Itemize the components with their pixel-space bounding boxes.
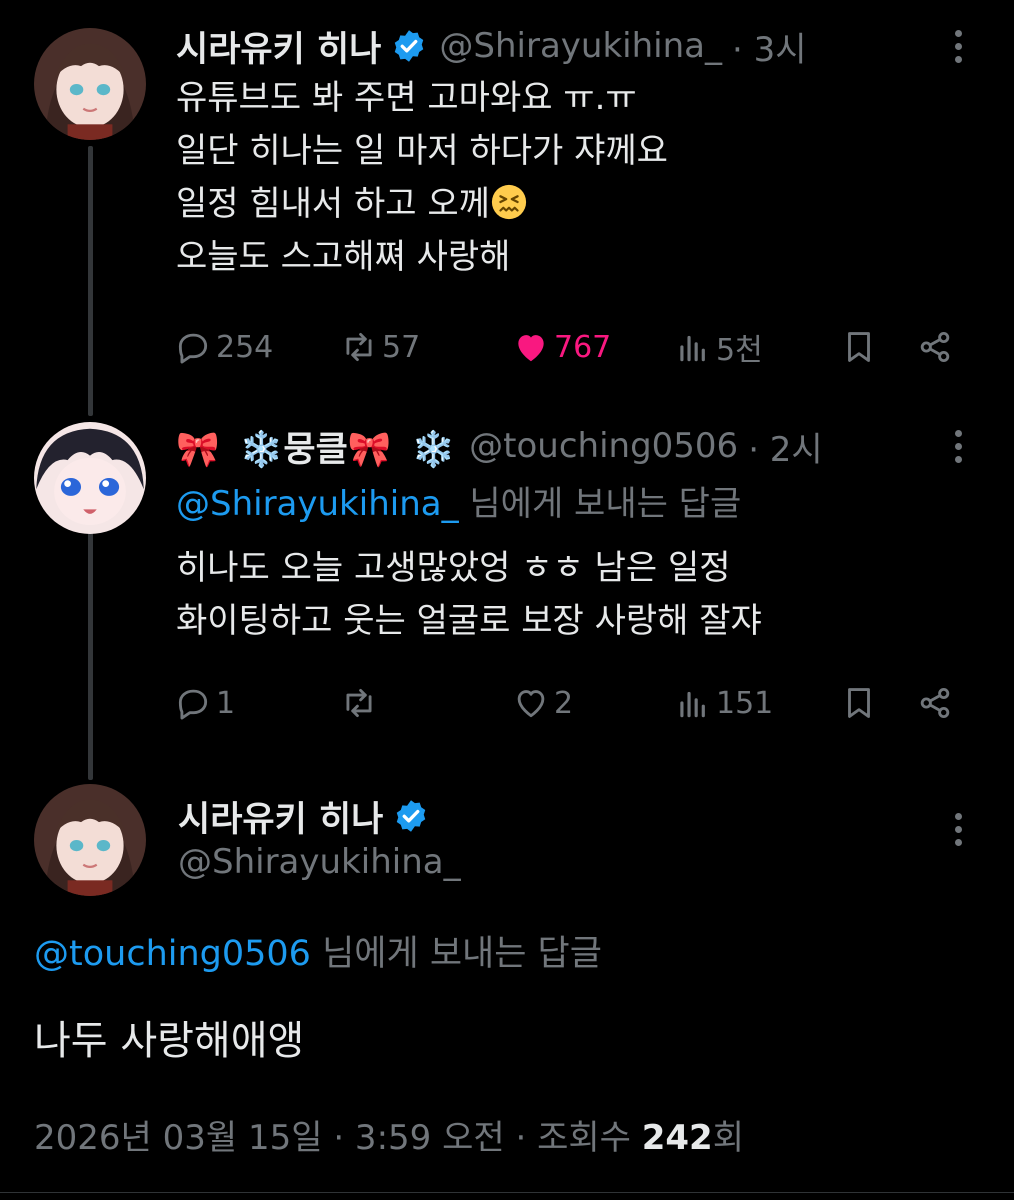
verified-badge-icon <box>391 28 427 64</box>
focus-more-icon[interactable] <box>952 813 964 846</box>
focus-display-name[interactable]: 시라유키 히나 <box>178 791 383 842</box>
repost-icon <box>346 688 372 718</box>
views-icon <box>680 335 705 362</box>
verified-badge-icon <box>393 798 429 834</box>
tweet2-text: 히나도 오늘 고생많았엉 ㅎㅎ 남은 일정 화이팅하고 웃는 얼굴로 보장 사랑… <box>176 542 762 648</box>
bookmark-icon <box>848 688 870 718</box>
share-icon <box>920 331 950 363</box>
timestamp-text[interactable]: 2026년 03월 15일 · 3:59 오전 · 조회수 <box>34 1118 642 1158</box>
tweet1-time[interactable]: · 3시 <box>732 22 807 71</box>
tweet1-line-1: 유튜브도 봐 주면 고마와요 ㅠ.ㅠ <box>176 78 637 118</box>
focus-timestamp: 2026년 03월 15일 · 3:59 오전 · 조회수 242회 <box>34 1110 744 1159</box>
tweet1-line-3: 일정 힘내서 하고 오께 <box>176 178 668 231</box>
tweet1-repost-button[interactable]: 57 <box>340 325 420 369</box>
bookmark-icon <box>848 332 870 362</box>
focus-header: 시라유키 히나 <box>178 794 441 840</box>
tweet2-views-count: 151 <box>716 685 774 721</box>
tweet1-bookmark-button[interactable] <box>840 325 882 369</box>
focus-reply-mention[interactable]: @touching0506 <box>34 934 311 974</box>
tweet2-reply-count: 1 <box>216 685 236 721</box>
tweet1-line-2: 일단 히나는 일 마저 하다가 쟈께요 <box>176 131 668 171</box>
avatar-shirayukihina[interactable] <box>34 28 146 140</box>
divider <box>0 1192 1014 1193</box>
ribbon-emoji-2: 🎀 <box>347 429 392 470</box>
tweet2-reply-suffix: 님에게 보내는 답글 <box>469 484 742 524</box>
tweet1-header: 시라유키 히나 @Shirayukihina_ · 3시 <box>176 22 807 71</box>
tweet1-line-4: 오늘도 스고해쪄 사랑해 <box>176 237 511 277</box>
tweet1-views-count: 5천 <box>716 333 763 368</box>
thread-line-2 <box>88 530 93 780</box>
tweet2-more-icon[interactable] <box>952 430 964 463</box>
tweet1-text: 유튜브도 봐 주면 고마와요 ㅠ.ㅠ 일단 히나는 일 마저 하다가 쟈께요 일… <box>176 72 668 284</box>
tweet2-like-count: 2 <box>554 685 574 721</box>
reply-icon <box>178 689 208 720</box>
heart-filled-icon <box>518 335 544 362</box>
tweet2-time[interactable]: · 2시 <box>748 422 823 471</box>
tweet1-repost-count: 57 <box>382 329 421 365</box>
tweet1-like-button[interactable]: 767 <box>512 325 611 369</box>
tweet2-reply-context: @Shirayukihina_ 님에게 보내는 답글 <box>176 478 741 531</box>
tweet2-actions: 1 2 151 <box>174 681 974 725</box>
tweet1-share-button[interactable] <box>916 325 958 369</box>
tweet2-repost-button[interactable] <box>340 681 382 725</box>
heart-outline-icon <box>517 690 545 718</box>
tweet2-reply-mention[interactable]: @Shirayukihina_ <box>176 484 459 524</box>
tweet2-like-button[interactable]: 2 <box>512 681 573 725</box>
tweet1-handle[interactable]: @Shirayukihina_ <box>439 26 722 66</box>
snowflake-emoji-2: ❄️ <box>411 429 456 470</box>
tweet1-more-icon[interactable] <box>952 30 964 63</box>
tweet1-actions: 254 57 767 5천 <box>174 325 974 369</box>
tweet1-views-button[interactable]: 5천 <box>674 325 763 369</box>
tweet2-handle[interactable]: @touching0506 <box>469 426 738 466</box>
tweet1-like-count: 767 <box>554 329 612 365</box>
thread-line-1 <box>88 146 93 416</box>
focus-reply-context: @touching0506 님에게 보내는 답글 <box>34 925 602 976</box>
share-icon <box>920 687 950 719</box>
avatar-shirayukihina-focus[interactable] <box>34 784 146 896</box>
views-icon <box>680 691 705 718</box>
focus-handle[interactable]: @Shirayukihina_ <box>178 842 461 882</box>
views-count: 242 <box>641 1118 713 1158</box>
reply-icon <box>178 333 208 364</box>
snowflake-emoji-1: ❄️ <box>239 429 284 470</box>
tweet2-header: 🎀 ❄️뭉클🎀 ❄️ @touching0506 · 2시 <box>176 422 823 471</box>
views-suffix: 회 <box>712 1118 744 1158</box>
tweet1-reply-button[interactable]: 254 <box>174 325 273 369</box>
focus-reply-suffix: 님에게 보내는 답글 <box>322 934 602 974</box>
ribbon-emoji-1: 🎀 <box>176 429 220 470</box>
tweet2-bookmark-button[interactable] <box>840 681 882 725</box>
tweet1-reply-count: 254 <box>216 329 274 365</box>
tweet2-line-2: 화이팅하고 웃는 얼굴로 보장 사랑해 잘쟈 <box>176 601 762 641</box>
tweet2-share-button[interactable] <box>916 681 958 725</box>
tweet2-reply-button[interactable]: 1 <box>174 681 235 725</box>
confounded-face-emoji <box>490 183 528 221</box>
avatar-touching0506[interactable] <box>34 422 146 534</box>
tweet1-display-name[interactable]: 시라유키 히나 <box>176 21 381 72</box>
tweet2-views-button[interactable]: 151 <box>674 681 773 725</box>
tweet2-display-name[interactable]: 🎀 ❄️뭉클🎀 ❄️ <box>176 421 455 472</box>
focus-tweet-text: 나두 사랑해애앵 <box>34 1018 305 1064</box>
tweet2-line-1: 히나도 오늘 고생많았엉 ㅎㅎ 남은 일정 <box>176 548 731 588</box>
repost-icon <box>346 332 372 362</box>
